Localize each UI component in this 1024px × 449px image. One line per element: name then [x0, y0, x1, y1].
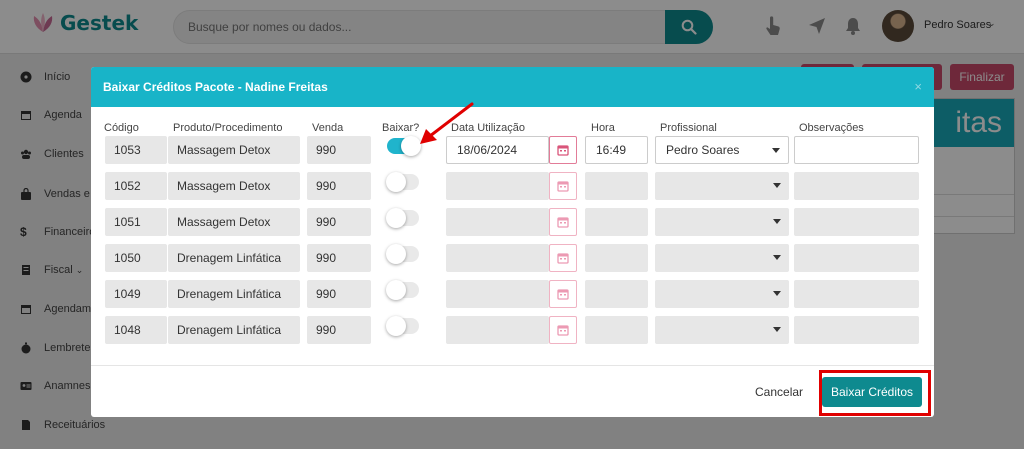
column-header-venda: Venda	[312, 122, 344, 134]
profissional-select[interactable]	[655, 316, 789, 344]
venda-cell: 990	[307, 136, 371, 164]
data-utilizacao-input[interactable]	[446, 244, 549, 272]
caret-down-icon	[773, 219, 781, 224]
observacoes-input[interactable]	[794, 136, 919, 164]
calendar-button[interactable]	[549, 316, 577, 344]
codigo-cell: 1050	[105, 244, 167, 272]
column-header-baixar: Baixar?	[382, 122, 420, 134]
codigo-cell: 1052	[105, 172, 167, 200]
observacoes-input[interactable]	[794, 244, 919, 272]
hora-input[interactable]	[585, 280, 648, 308]
data-utilizacao-input[interactable]	[446, 208, 549, 236]
hora-input[interactable]: 16:49	[585, 136, 648, 164]
codigo-cell: 1053	[105, 136, 167, 164]
highlight-box	[819, 370, 931, 416]
profissional-value: Pedro Soares	[666, 143, 740, 157]
produto-cell: Drenagem Linfática	[168, 280, 300, 308]
column-header-observacoes: Observações	[799, 122, 864, 134]
calendar-button[interactable]	[549, 280, 577, 308]
hora-input[interactable]	[585, 316, 648, 344]
caret-down-icon	[772, 148, 780, 153]
column-header-codigo: Código	[104, 122, 139, 134]
calendar-button[interactable]	[549, 136, 577, 164]
observacoes-input[interactable]	[794, 172, 919, 200]
calendar-icon	[557, 181, 569, 192]
caret-down-icon	[773, 327, 781, 332]
column-header-hora: Hora	[591, 122, 615, 134]
data-utilizacao-input[interactable]: 18/06/2024	[446, 136, 549, 164]
calendar-icon	[557, 289, 569, 300]
baixar-toggle[interactable]	[386, 316, 419, 336]
column-header-profissional: Profissional	[660, 122, 717, 134]
produto-cell: Massagem Detox	[168, 172, 300, 200]
baixar-toggle[interactable]	[386, 244, 419, 264]
close-icon[interactable]: ×	[914, 79, 922, 94]
codigo-cell: 1048	[105, 316, 167, 344]
data-utilizacao-input[interactable]	[446, 280, 549, 308]
produto-cell: Drenagem Linfática	[168, 244, 300, 272]
profissional-select[interactable]	[655, 208, 789, 236]
column-header-produto: Produto/Procedimento	[173, 122, 283, 134]
codigo-cell: 1051	[105, 208, 167, 236]
venda-cell: 990	[307, 244, 371, 272]
hora-input[interactable]	[585, 208, 648, 236]
toggle-knob	[401, 136, 421, 156]
calendar-icon	[557, 145, 569, 156]
codigo-cell: 1049	[105, 280, 167, 308]
hora-input[interactable]	[585, 244, 648, 272]
baixar-toggle[interactable]	[387, 136, 421, 156]
toggle-knob	[386, 316, 406, 336]
venda-cell: 990	[307, 280, 371, 308]
toggle-knob	[386, 280, 406, 300]
calendar-button[interactable]	[549, 208, 577, 236]
profissional-select[interactable]	[655, 172, 789, 200]
calendar-button[interactable]	[549, 172, 577, 200]
toggle-knob	[386, 208, 406, 228]
profissional-select[interactable]	[655, 280, 789, 308]
toggle-knob	[386, 172, 406, 192]
modal-title: Baixar Créditos Pacote - Nadine Freitas	[103, 80, 328, 94]
data-utilizacao-input[interactable]	[446, 316, 549, 344]
observacoes-input[interactable]	[794, 280, 919, 308]
venda-cell: 990	[307, 208, 371, 236]
venda-cell: 990	[307, 316, 371, 344]
data-utilizacao-input[interactable]	[446, 172, 549, 200]
baixar-toggle[interactable]	[386, 208, 419, 228]
profissional-select[interactable]: Pedro Soares	[655, 136, 789, 164]
calendar-icon	[557, 325, 569, 336]
divider	[91, 365, 934, 366]
produto-cell: Massagem Detox	[168, 136, 300, 164]
baixar-creditos-modal: Baixar Créditos Pacote - Nadine Freitas …	[91, 67, 934, 417]
modal-header: Baixar Créditos Pacote - Nadine Freitas …	[91, 67, 934, 107]
baixar-toggle[interactable]	[386, 172, 419, 192]
observacoes-input[interactable]	[794, 208, 919, 236]
calendar-icon	[557, 253, 569, 264]
column-header-data: Data Utilização	[451, 122, 525, 134]
profissional-select[interactable]	[655, 244, 789, 272]
produto-cell: Drenagem Linfática	[168, 316, 300, 344]
hora-input[interactable]	[585, 172, 648, 200]
observacoes-input[interactable]	[794, 316, 919, 344]
calendar-button[interactable]	[549, 244, 577, 272]
venda-cell: 990	[307, 172, 371, 200]
calendar-icon	[557, 217, 569, 228]
caret-down-icon	[773, 183, 781, 188]
caret-down-icon	[773, 291, 781, 296]
cancel-button[interactable]: Cancelar	[755, 385, 803, 399]
toggle-knob	[386, 244, 406, 264]
caret-down-icon	[773, 255, 781, 260]
baixar-toggle[interactable]	[386, 280, 419, 300]
produto-cell: Massagem Detox	[168, 208, 300, 236]
